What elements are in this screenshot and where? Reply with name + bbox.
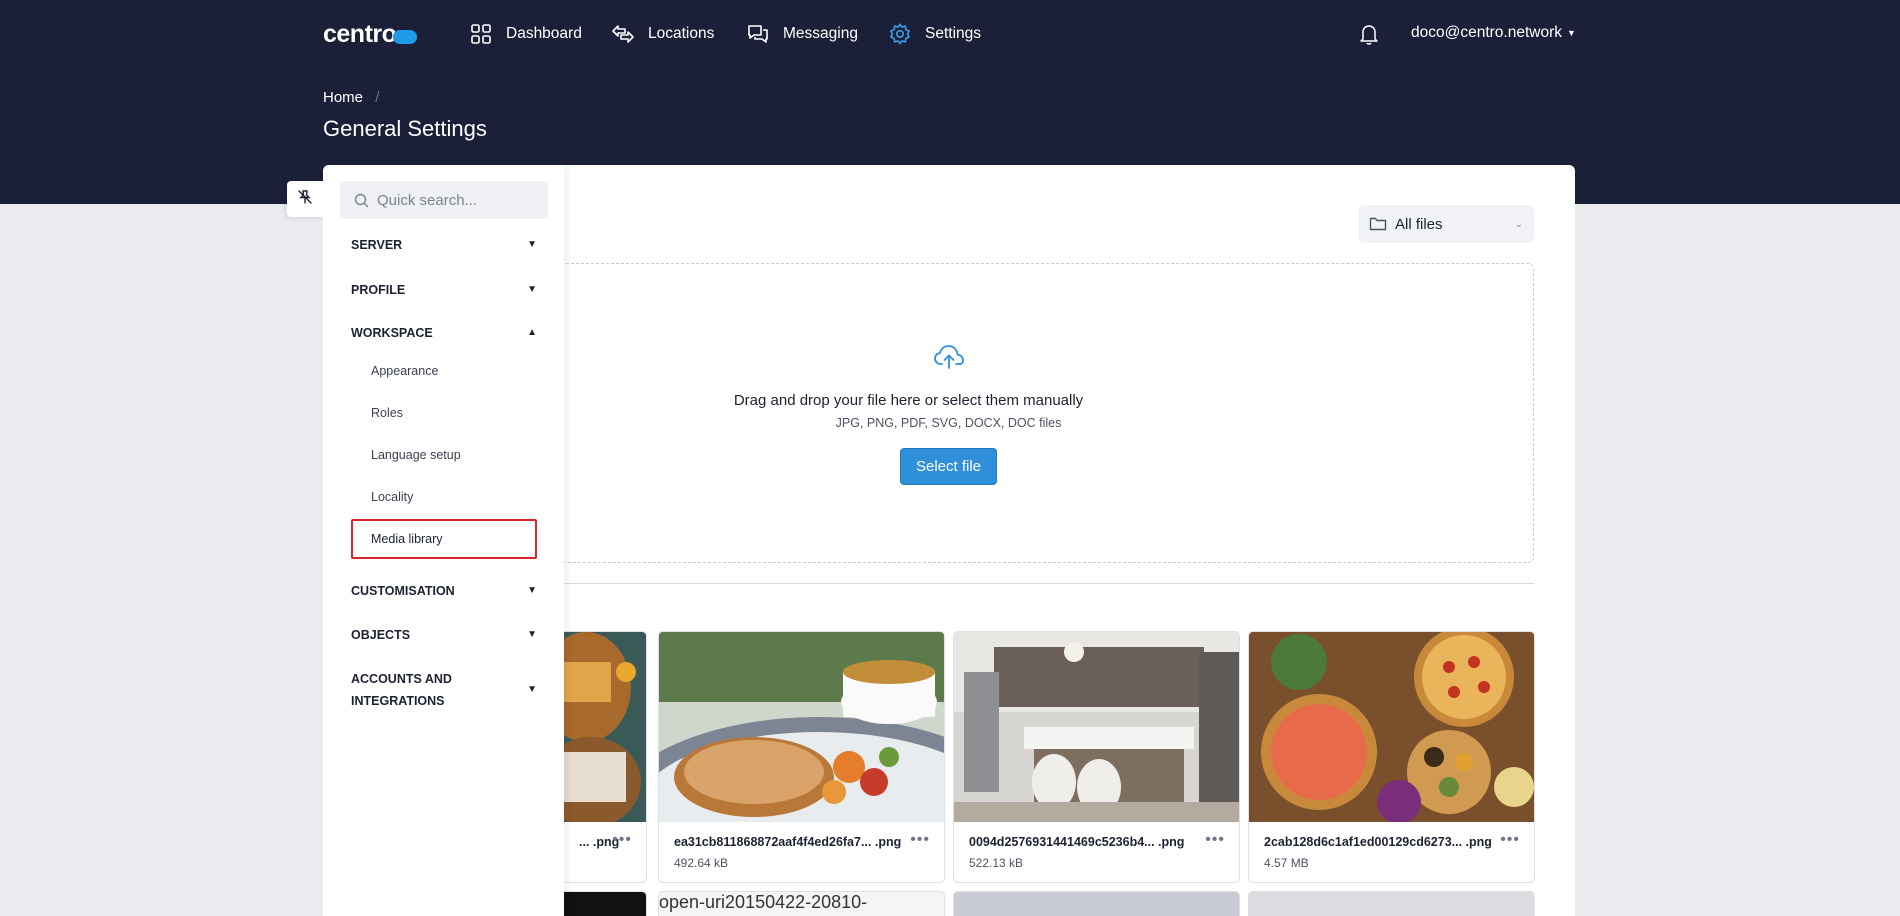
more-options-icon[interactable]: ••• <box>1205 831 1225 849</box>
section-label: ACCOUNTS AND INTEGRATIONS <box>351 668 452 712</box>
media-tile[interactable] <box>953 891 1240 916</box>
sidebar-item-roles[interactable]: Roles <box>371 406 403 420</box>
bell-icon[interactable] <box>1358 22 1380 46</box>
cloud-upload-icon <box>933 343 965 371</box>
nav-locations[interactable]: Locations <box>611 19 714 49</box>
chevron-down-icon: ▼ <box>1567 28 1576 38</box>
section-label-line1: ACCOUNTS AND <box>351 672 452 686</box>
media-filename: ea31cb811868872aaf4f4ed26fa7... .png <box>674 835 902 849</box>
chat-bubbles-icon <box>746 22 770 46</box>
section-divider <box>540 583 1534 584</box>
media-tile[interactable] <box>1248 891 1535 916</box>
section-label: OBJECTS <box>351 628 411 642</box>
chevron-down-icon: ▼ <box>527 239 537 250</box>
nav-messaging[interactable]: Messaging <box>746 19 858 49</box>
folder-filter-value: All files <box>1395 215 1443 233</box>
section-accounts-integrations[interactable]: ACCOUNTS AND INTEGRATIONS ▼ <box>351 668 537 712</box>
section-server[interactable]: SERVER ▼ <box>351 234 537 256</box>
chevron-up-icon: ▲ <box>527 327 537 338</box>
quick-search-input[interactable]: Quick search... <box>340 181 548 219</box>
select-file-button[interactable]: Select file <box>900 448 997 485</box>
folder-icon <box>1369 216 1387 232</box>
section-label: CUSTOMISATION <box>351 584 455 598</box>
section-workspace[interactable]: WORKSPACE ▲ <box>351 322 537 344</box>
chevron-down-icon: ▼ <box>527 585 537 596</box>
media-tile[interactable]: open-uri20150422-20810- <box>658 891 945 916</box>
pin-sidebar-button[interactable] <box>287 181 323 217</box>
sidebar-item-appearance[interactable]: Appearance <box>371 364 438 378</box>
folder-filter-select[interactable]: All files ⌄ <box>1358 205 1534 243</box>
file-dropzone[interactable] <box>540 263 1534 563</box>
user-email: doco@centro.network <box>1411 24 1563 41</box>
section-profile[interactable]: PROFILE ▼ <box>351 279 537 301</box>
chevron-down-icon: ▼ <box>527 684 537 695</box>
section-label-line2: INTEGRATIONS <box>351 694 445 708</box>
search-placeholder: Quick search... <box>377 191 478 209</box>
nav-locations-label: Locations <box>648 25 715 42</box>
media-thumbnail <box>659 632 944 822</box>
user-menu[interactable]: doco@centro.network ▼ <box>1411 24 1576 42</box>
centro-logo[interactable]: centro <box>323 19 418 49</box>
nav-messaging-label: Messaging <box>783 25 858 42</box>
media-thumbnail <box>1249 632 1534 822</box>
media-tile[interactable]: 0094d2576931441469c5236b4... .png 522.13… <box>953 631 1240 883</box>
unpin-icon <box>297 189 313 210</box>
media-tile[interactable]: 2cab128d6c1af1ed00129cd6273... .png 4.57… <box>1248 631 1535 883</box>
chevron-down-icon: ▼ <box>527 284 537 295</box>
section-customisation[interactable]: CUSTOMISATION ▼ <box>351 580 537 602</box>
section-objects[interactable]: OBJECTS ▼ <box>351 624 537 646</box>
more-options-icon[interactable]: ••• <box>910 831 930 849</box>
nav-settings-label: Settings <box>925 25 982 42</box>
sidebar-item-media-library[interactable]: Media library <box>371 532 443 546</box>
breadcrumb-separator: / <box>375 89 380 106</box>
logo-pill-icon <box>393 29 418 44</box>
breadcrumb: Home / <box>323 89 379 106</box>
media-tile[interactable]: ea31cb811868872aaf4f4ed26fa7... .png 492… <box>658 631 945 883</box>
search-icon <box>354 193 369 208</box>
chevron-down-icon: ▼ <box>527 629 537 640</box>
sidebar-item-locality[interactable]: Locality <box>371 490 413 504</box>
media-filesize: 492.64 kB <box>674 856 729 870</box>
grid-icon <box>469 22 493 46</box>
sidebar-item-language-setup[interactable]: Language setup <box>371 448 461 462</box>
nav-dashboard-label: Dashboard <box>506 25 582 42</box>
nav-dashboard[interactable]: Dashboard <box>469 19 582 49</box>
breadcrumb-home[interactable]: Home <box>323 89 363 106</box>
media-filesize: 522.13 kB <box>969 856 1024 870</box>
more-options-icon[interactable]: ••• <box>612 831 632 849</box>
arrows-icon <box>611 22 635 46</box>
section-label: SERVER <box>351 238 403 252</box>
dropzone-title: Drag and drop your file here or select t… <box>733 392 1084 409</box>
nav-settings[interactable]: Settings <box>888 19 981 49</box>
media-filename: 2cab128d6c1af1ed00129cd6273... .png <box>1264 835 1492 849</box>
gear-icon <box>888 22 912 46</box>
more-options-icon[interactable]: ••• <box>1500 831 1520 849</box>
page-title: General Settings <box>323 116 487 141</box>
logo-text: centro <box>323 19 397 48</box>
section-label: PROFILE <box>351 283 406 297</box>
media-thumbnail <box>954 632 1239 822</box>
broken-image-alt: open-uri20150422-20810- <box>659 892 868 912</box>
media-filesize: 4.57 MB <box>1264 856 1309 870</box>
chevron-down-icon: ⌄ <box>1514 218 1523 230</box>
media-filename: 0094d2576931441469c5236b4... .png <box>969 835 1185 849</box>
section-label: WORKSPACE <box>351 326 433 340</box>
dropzone-formats: JPG, PNG, PDF, SVG, DOCX, DOC files <box>835 416 1062 430</box>
